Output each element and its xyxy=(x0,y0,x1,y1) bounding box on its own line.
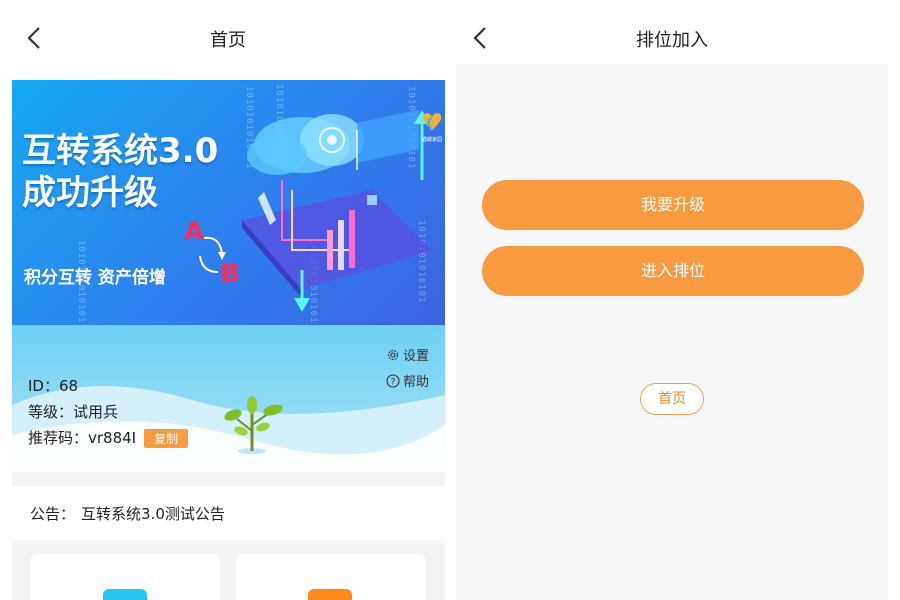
feature-card[interactable] xyxy=(236,554,425,600)
settings-link[interactable]: 设置 xyxy=(386,345,429,364)
referral-row: 推荐码：vr884I 复制 xyxy=(28,427,189,448)
join-ranking-button[interactable]: 进入排位 xyxy=(482,246,864,296)
content-panel: 我要升级 进入排位 首页 xyxy=(456,64,888,600)
section-divider xyxy=(12,472,445,486)
profile-card: 设置 ? 帮助 ID：68 等级：试用兵 推荐码：vr884I 复制 xyxy=(12,325,445,472)
user-id: ID：68 xyxy=(28,377,79,395)
help-icon: ? xyxy=(386,373,400,388)
copy-button[interactable]: 复制 xyxy=(144,429,189,448)
help-link[interactable]: ? 帮助 xyxy=(386,371,429,390)
brand-logo-text: 遇蝶家园 xyxy=(422,136,442,143)
page-title: 排位加入 xyxy=(636,30,708,51)
help-label: 帮助 xyxy=(402,375,429,390)
svg-text:?: ? xyxy=(391,377,396,387)
settings-label: 设置 xyxy=(402,349,429,364)
upgrade-button[interactable]: 我要升级 xyxy=(482,180,864,230)
app-icon xyxy=(308,589,352,600)
notice-label: 公告： xyxy=(30,505,76,523)
gear-icon xyxy=(387,349,399,360)
home-button[interactable]: 首页 xyxy=(640,383,704,415)
brand-logo: 遇蝶家园 xyxy=(422,113,442,143)
user-level: 等级：试用兵 xyxy=(28,403,119,421)
banner-subtitle: 积分互转 资产倍增 xyxy=(24,268,166,288)
notice-bar[interactable]: 公告： 互转系统3.0测试公告 xyxy=(12,486,445,542)
referral-code: 推荐码：vr884I xyxy=(28,429,137,447)
feature-card[interactable] xyxy=(31,554,220,600)
feature-grid xyxy=(12,543,445,600)
notice-text: 互转系统3.0测试公告 xyxy=(81,505,225,523)
calendar-icon xyxy=(103,589,147,600)
navbar: 首页 xyxy=(0,0,456,76)
sapling-icon xyxy=(224,396,283,454)
cloud-data-illustration xyxy=(242,109,432,312)
promo-banner[interactable]: 1010101010101 1010101010101 101010101010… xyxy=(12,80,445,325)
ranking-join-screen: 排位加入 我要升级 进入排位 首页 xyxy=(456,0,900,600)
page-title: 首页 xyxy=(210,30,246,51)
home-screen: 首页 1010101010101 1010101010101 101010101… xyxy=(0,0,456,600)
